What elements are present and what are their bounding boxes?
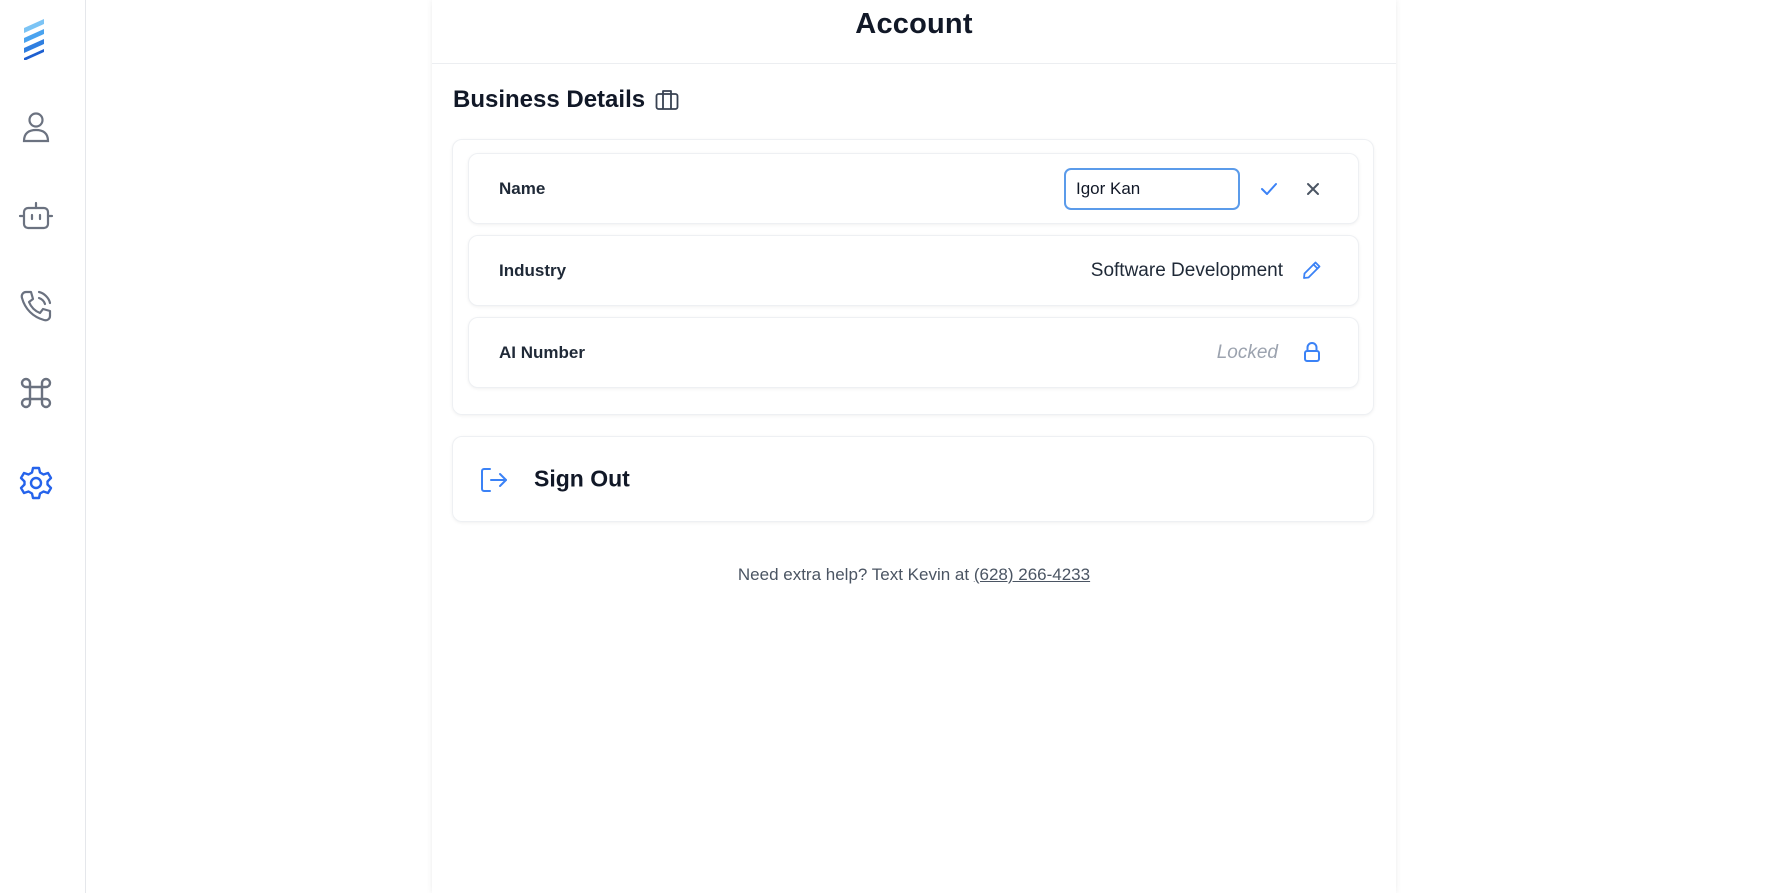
name-label: Name: [499, 178, 546, 198]
help-footer: Need extra help? Text Kevin at (628) 266…: [432, 565, 1396, 585]
sidebar: [0, 0, 86, 893]
ai-number-label: AI Number: [499, 342, 585, 362]
sidebar-item-settings[interactable]: [13, 460, 59, 506]
bot-icon: [18, 201, 54, 230]
help-phone-link[interactable]: (628) 266-4233: [974, 565, 1090, 584]
sign-out-label: Sign Out: [534, 465, 630, 492]
sidebar-item-calls[interactable]: [13, 283, 59, 329]
name-input[interactable]: [1064, 168, 1240, 210]
industry-value: Software Development: [1090, 259, 1283, 281]
page-title: Account: [855, 8, 973, 40]
lock-icon: [1304, 342, 1320, 362]
app-logo[interactable]: [20, 16, 50, 61]
panel-header: Account: [432, 0, 1396, 64]
phone-call-icon: [20, 290, 52, 322]
business-details-card: Name Industry Software Development: [452, 139, 1374, 415]
logo-icon: [24, 19, 44, 61]
confirm-button[interactable]: [1256, 176, 1282, 202]
edit-industry-button[interactable]: [1299, 257, 1325, 283]
sign-out-icon: [481, 468, 507, 492]
business-details-heading: Business Details: [453, 86, 679, 114]
account-panel: Account Business Details Name Igor Kan I…: [432, 0, 1396, 893]
cancel-button[interactable]: [1300, 176, 1326, 202]
command-icon: [20, 377, 52, 409]
user-icon: [22, 112, 50, 143]
check-icon: [1261, 183, 1277, 195]
name-row: Name: [468, 153, 1359, 224]
sign-out-button[interactable]: Sign Out: [452, 436, 1374, 522]
app-root: Account Business Details Name Igor Kan I…: [0, 0, 1767, 893]
pencil-icon: [1303, 261, 1321, 279]
gear-icon: [19, 466, 53, 500]
sidebar-item-shortcuts[interactable]: [13, 370, 59, 416]
ai-number-row: AI Number Locked: [468, 317, 1359, 388]
sidebar-item-agent[interactable]: [13, 193, 59, 239]
lock-status: [1299, 339, 1325, 365]
industry-row: Industry Software Development: [468, 235, 1359, 306]
sidebar-item-profile[interactable]: [13, 104, 59, 150]
industry-label: Industry: [499, 260, 567, 280]
briefcase-icon: [655, 90, 679, 110]
help-text: Need extra help? Text Kevin at: [737, 565, 974, 584]
ai-number-locked-text: Locked: [1216, 341, 1278, 363]
close-icon: [1307, 183, 1319, 195]
section-title: Business Details: [453, 86, 646, 113]
